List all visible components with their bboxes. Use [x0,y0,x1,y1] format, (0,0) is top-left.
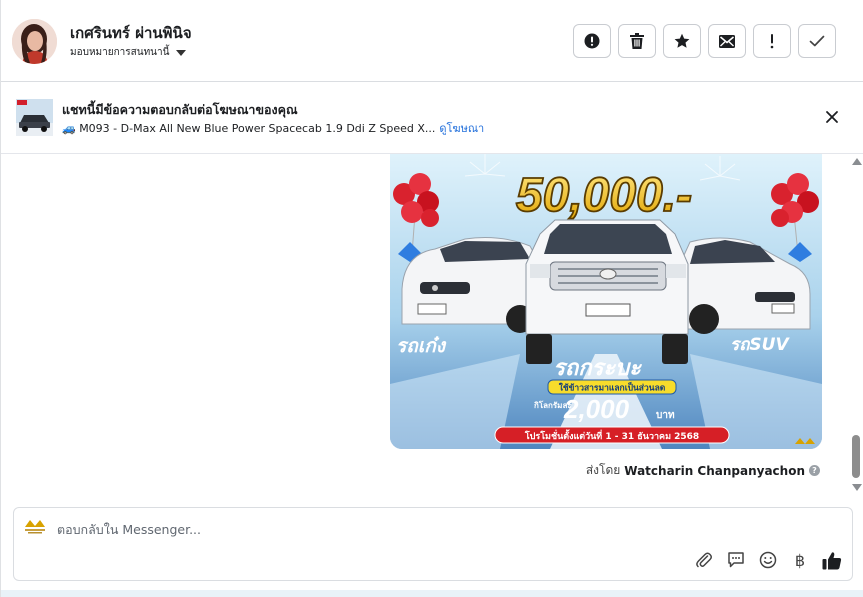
smiley-icon [759,551,777,569]
sedan-label: รถเก๋ง [396,335,447,357]
mark-spam-button[interactable] [573,24,611,58]
contact-avatar[interactable] [12,19,57,64]
mark-unread-button[interactable] [708,24,746,58]
composer-tools: ฿ [694,550,842,570]
ad-reply-banner: แชทนี้มีข้อความตอบกลับต่อโฆษณาของคุณ 🚙 M… [1,83,863,154]
message-thread: 50,000.- รถเก๋ง รถSUV รถกระบะ ใช้ข้าวสาร… [1,154,848,494]
trash-icon [630,33,644,49]
mark-done-button[interactable] [798,24,836,58]
promo-price-text: 50,000.- [516,169,692,222]
pickup-label: รถกระบะ [553,356,642,381]
thread-scrollbar[interactable] [850,154,862,494]
reply-composer: ฿ [13,507,853,581]
baht-unit-text: บาท [656,410,675,421]
assign-label: มอบหมายการสนทนานี้ [70,47,170,58]
conversation-header: เกศรินทร์ ผ่านพินิจ มอบหมายการสนทนานี้ [1,0,863,82]
help-icon[interactable]: ? [809,465,820,476]
check-icon [809,35,825,47]
suv-label: รถSUV [730,335,790,355]
reply-input[interactable] [57,519,657,539]
emoji-button[interactable] [758,550,778,570]
close-icon [826,111,838,123]
send-like-button[interactable] [822,550,842,570]
scroll-up-arrow-icon[interactable] [852,158,862,165]
close-banner-button[interactable] [824,109,840,125]
speech-bubble-icon [728,552,744,568]
paperclip-icon [696,552,712,568]
exclamation-icon [770,34,774,49]
follow-up-button[interactable] [753,24,791,58]
sender-name: Watcharin Chanpanyachon [624,463,805,478]
promo-image-message[interactable]: 50,000.- รถเก๋ง รถSUV รถกระบะ ใช้ข้าวสาร… [390,154,822,449]
delete-button[interactable] [618,24,656,58]
scroll-down-arrow-icon[interactable] [852,484,862,491]
view-ad-link[interactable]: ดูโฆษณา [439,119,484,137]
discount-amount-text: 2,000 [563,394,630,424]
caret-down-icon [176,49,187,56]
envelope-icon [719,34,735,48]
thumbs-up-icon [822,551,842,569]
star-button[interactable] [663,24,701,58]
payment-button[interactable]: ฿ [790,550,810,570]
ad-headline: 🚙 M093 - D-Max All New Blue Power Spacec… [62,121,436,135]
inbox-conversation-panel: เกศรินทร์ ผ่านพินิจ มอบหมายการสนทนานี้ แ… [0,0,863,597]
scroll-thumb[interactable] [852,435,860,478]
sent-by-prefix: ส่งโดย [585,463,621,477]
assign-conversation-dropdown[interactable]: มอบหมายการสนทนานี้ [70,45,187,60]
star-icon [674,33,690,48]
ad-thumbnail[interactable] [16,99,53,136]
page-logo-icon [23,518,47,536]
banner-ad-info: 🚙 M093 - D-Max All New Blue Power Spacec… [62,119,484,137]
contact-name[interactable]: เกศรินทร์ ผ่านพินิจ [70,21,192,45]
saved-replies-button[interactable] [726,550,746,570]
baht-icon: ฿ [794,550,806,570]
attach-file-button[interactable] [694,550,714,570]
sent-by-line: ส่งโดย Watcharin Chanpanyachon ? [586,461,820,480]
alert-circle-icon [584,33,600,49]
banner-title: แชทนี้มีข้อความตอบกลับต่อโฆษณาของคุณ [62,102,298,117]
page-footer-strip [1,590,863,597]
conversation-actions [573,24,836,58]
